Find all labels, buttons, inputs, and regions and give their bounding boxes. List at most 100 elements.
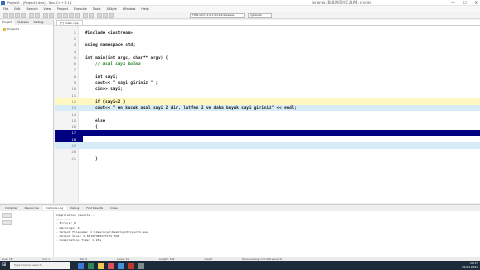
line-number: 1 xyxy=(73,29,76,35)
line-number: 17 xyxy=(55,130,77,136)
line-number: 20 xyxy=(71,149,76,155)
tab-resources[interactable]: Resources xyxy=(22,206,42,210)
toggle-bookmark-icon[interactable] xyxy=(109,13,114,18)
output-panel: Compiler Resources Compile Log Debug Fin… xyxy=(0,204,480,257)
save-icon[interactable] xyxy=(15,13,20,18)
compile-icon[interactable] xyxy=(57,13,62,18)
file-explorer-icon[interactable] xyxy=(98,262,104,269)
new-class-icon[interactable] xyxy=(97,13,102,18)
app-icon xyxy=(1,1,5,5)
code-text: int main(int argc, char** argv) { xyxy=(85,54,169,60)
menu-tools[interactable]: Tools xyxy=(93,7,101,11)
menu-execute[interactable]: Execute xyxy=(74,7,87,11)
menu-astyle[interactable]: AStyle xyxy=(107,7,117,11)
task-view-icon[interactable] xyxy=(78,262,84,269)
project-tree-root[interactable]: Project1 xyxy=(3,27,19,31)
menu-help[interactable]: Help xyxy=(141,7,148,11)
tab-project[interactable]: Project xyxy=(0,20,15,25)
save-all-icon[interactable] xyxy=(21,13,26,18)
system-tray: 20:17 24.02.2021 xyxy=(461,261,478,269)
new-file-icon[interactable] xyxy=(3,13,8,18)
code-text: using namespace std; xyxy=(85,42,136,48)
code-text: } xyxy=(85,155,98,161)
compile-run-icon[interactable] xyxy=(69,13,74,18)
clock-date: 24.02.2021 xyxy=(461,264,478,269)
line-number: 13 xyxy=(71,105,76,111)
rebuild-icon[interactable] xyxy=(75,13,80,18)
toolbar: TDM-GCC 4.9.2 64-bit Release (globals) xyxy=(0,12,480,19)
project-tree-label: Project1 xyxy=(7,27,20,31)
close-button[interactable]: ✕ xyxy=(475,0,478,5)
line-number: 14 xyxy=(71,111,76,117)
line-number: 2 xyxy=(73,35,76,41)
line-number: 18 xyxy=(71,136,76,142)
code-line[interactable]: 21 } xyxy=(55,155,480,161)
replace-icon[interactable] xyxy=(49,13,54,18)
run-icon[interactable] xyxy=(63,13,68,18)
compiler-select[interactable]: TDM-GCC 4.9.2 64-bit Release xyxy=(190,13,245,18)
debug-icon[interactable] xyxy=(83,13,88,18)
menu-edit[interactable]: Edit xyxy=(14,7,20,11)
window-controls: — ☐ ✕ xyxy=(451,0,478,5)
line-number: 9 xyxy=(73,80,76,86)
menu-file[interactable]: File xyxy=(3,7,8,11)
devcpp-icon[interactable] xyxy=(138,262,144,269)
code-comment: // asal sayı bulma xyxy=(85,61,141,67)
tab-compile-log[interactable]: Compile Log xyxy=(42,206,67,210)
abort-compilation-button[interactable] xyxy=(2,213,12,218)
line-number: 3 xyxy=(73,42,76,48)
tab-debug[interactable]: Debug xyxy=(32,20,46,25)
line-number: 15 xyxy=(71,117,76,123)
redo-icon[interactable] xyxy=(35,13,40,18)
line-number: 19 xyxy=(71,142,76,148)
code-text: { xyxy=(85,124,98,130)
tab-find-results[interactable]: Find Results xyxy=(83,206,106,210)
line-number: 5 xyxy=(73,54,76,60)
line-number: 4 xyxy=(73,48,76,54)
code-text: int sayi; xyxy=(85,73,118,79)
menu-window[interactable]: Window xyxy=(123,7,136,11)
window-title: Project1 - [Project1.dev] - Dev-C++ 5.11 xyxy=(7,1,72,5)
tab-close[interactable]: Close xyxy=(107,206,121,210)
start-icon[interactable]: ⊞ xyxy=(2,263,7,268)
project-panel: Project Classes Debug Project1 xyxy=(0,20,54,203)
config-select[interactable]: (globals) xyxy=(248,13,272,18)
menu-project[interactable]: Project xyxy=(57,7,68,11)
shorten-paths-checkbox[interactable] xyxy=(2,220,12,225)
log-line: - Compilation Time: 1.23s xyxy=(56,238,102,243)
line-number: 21 xyxy=(71,155,76,161)
code-editor[interactable]: [*] main.cpp 1 #include <iostream> 2 3 usi… xyxy=(55,20,480,203)
line-number: 6 xyxy=(73,61,76,67)
line-number: 7 xyxy=(73,67,76,73)
menu-view[interactable]: View xyxy=(43,7,51,11)
line-number: 8 xyxy=(73,73,76,79)
store-icon[interactable] xyxy=(108,262,114,269)
stop-icon[interactable] xyxy=(89,13,94,18)
mail-icon[interactable] xyxy=(118,262,124,269)
tab-classes[interactable]: Classes xyxy=(15,20,30,25)
editor-tabstrip xyxy=(55,25,480,26)
open-file-icon[interactable] xyxy=(9,13,14,18)
line-number: 16 xyxy=(71,124,76,130)
edge-icon[interactable] xyxy=(88,262,94,269)
taskbar: ⊞ Type here to search 20:17 24.02.2021 xyxy=(0,261,480,270)
tab-compiler[interactable]: Compiler xyxy=(2,206,21,210)
undo-icon[interactable] xyxy=(29,13,34,18)
output-side-buttons xyxy=(0,211,54,257)
code-text: #include <iostream> xyxy=(85,29,133,35)
tab-debug-output[interactable]: Debug xyxy=(67,206,82,210)
project-panel-tabs: Project Classes Debug xyxy=(0,20,53,25)
menu-search[interactable]: Search xyxy=(27,7,38,11)
code-text: cin>> sayi; xyxy=(85,86,123,92)
maximize-button[interactable]: ☐ xyxy=(463,0,467,5)
line-number: 12 xyxy=(71,98,76,104)
insert-icon[interactable] xyxy=(103,13,108,18)
taskbar-search[interactable]: Type here to search xyxy=(10,262,70,269)
bandicam-icon[interactable] xyxy=(128,262,134,269)
folder-icon xyxy=(3,27,6,31)
line-number: 10 xyxy=(71,86,76,92)
code-lines[interactable]: 1 #include <iostream> 2 3 using namespace … xyxy=(55,29,480,161)
line-number: 11 xyxy=(71,92,76,98)
find-icon[interactable] xyxy=(43,13,48,18)
minimize-button[interactable]: — xyxy=(451,0,455,5)
